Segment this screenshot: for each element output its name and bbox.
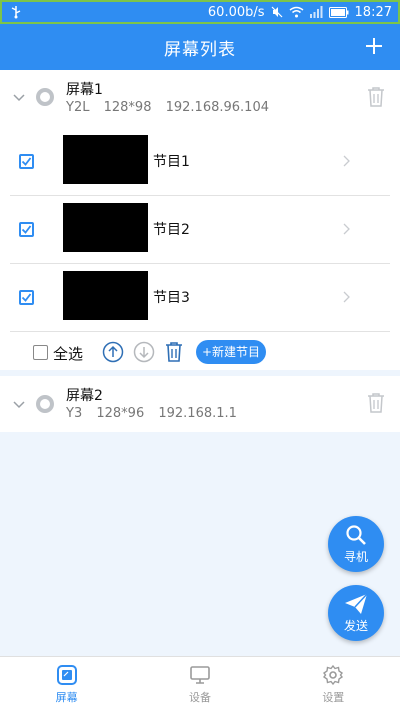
screen-group: 屏幕2 Y3 128*96 192.168.1.1 <box>0 376 400 432</box>
program-name: 节目3 <box>153 290 190 306</box>
check-icon <box>21 157 32 166</box>
delete-programs-button[interactable] <box>164 341 186 363</box>
screen-resolution: 128*98 <box>103 100 152 115</box>
search-device-label: 寻机 <box>343 549 368 564</box>
select-all-label[interactable]: 全选 <box>53 343 83 364</box>
plus-icon <box>366 38 382 54</box>
program-checkbox[interactable] <box>19 222 34 237</box>
screen-ip: 192.168.96.104 <box>165 100 269 115</box>
program-name: 节目1 <box>153 154 190 170</box>
program-toolbar: 全选 +新建节目 <box>10 336 390 370</box>
app-bar: 屏幕列表 <box>0 24 400 70</box>
trash-icon <box>166 342 182 362</box>
program-name: 节目2 <box>153 222 190 238</box>
arrow-down-icon <box>133 341 155 363</box>
signal-icon <box>309 6 323 18</box>
clock: 18:27 <box>354 4 392 20</box>
screen-name: 屏幕2 <box>66 388 103 404</box>
status-bar: 60.00b/s 18:27 <box>0 0 400 24</box>
nav-item-devices[interactable]: 设备 <box>133 657 266 711</box>
nav-label-settings: 设置 <box>322 690 345 704</box>
screen-resolution: 128*96 <box>96 406 145 421</box>
screen-radio[interactable] <box>36 88 54 106</box>
screen-model: Y3 <box>66 406 83 421</box>
add-screen-button[interactable] <box>362 34 386 58</box>
trash-icon <box>368 87 384 107</box>
check-icon <box>21 293 32 302</box>
screen-header[interactable]: 屏幕1 Y2L 128*98 192.168.96.104 <box>0 70 400 128</box>
screen-group: 屏幕1 Y2L 128*98 192.168.96.104 节目1 节目2 节目… <box>0 70 400 370</box>
nav-label-devices: 设备 <box>188 690 211 704</box>
send-button[interactable]: 发送 <box>328 585 384 641</box>
search-icon <box>346 524 366 545</box>
screen-header[interactable]: 屏幕2 Y3 128*96 192.168.1.1 <box>0 376 400 434</box>
move-down-button[interactable] <box>133 341 155 363</box>
send-label: 发送 <box>343 618 368 633</box>
screen-info: Y3 128*96 192.168.1.1 <box>66 406 247 421</box>
battery-icon <box>328 6 349 18</box>
nav-item-screens[interactable]: 屏幕 <box>0 657 133 711</box>
program-row[interactable]: 节目1 <box>10 128 390 196</box>
move-up-button[interactable] <box>102 341 124 363</box>
chevron-right-icon <box>342 153 352 167</box>
monitor-icon <box>190 665 210 684</box>
nav-label-screens: 屏幕 <box>55 690 78 704</box>
arrow-up-icon <box>102 341 124 363</box>
bottom-nav: 屏幕 设备 设置 <box>0 656 400 711</box>
select-all-checkbox[interactable] <box>33 345 48 360</box>
screen-radio[interactable] <box>36 395 54 413</box>
chevron-right-icon <box>342 221 352 235</box>
nav-item-settings[interactable]: 设置 <box>267 657 400 711</box>
usb-icon <box>10 5 22 19</box>
screen-ip: 192.168.1.1 <box>158 406 237 421</box>
search-device-button[interactable]: 寻机 <box>328 516 384 572</box>
program-row[interactable]: 节目2 <box>10 196 390 264</box>
screen-model: Y2L <box>66 100 90 115</box>
program-checkbox[interactable] <box>19 290 34 305</box>
trash-icon <box>368 393 384 413</box>
page-title: 屏幕列表 <box>164 39 236 60</box>
program-thumbnail <box>63 135 148 184</box>
chevron-right-icon <box>342 289 352 303</box>
chevron-down-icon[interactable] <box>12 397 26 411</box>
screen-name: 屏幕1 <box>66 82 103 98</box>
chevron-down-icon[interactable] <box>12 90 26 104</box>
paper-plane-icon <box>345 592 368 614</box>
new-program-button[interactable]: +新建节目 <box>196 340 267 364</box>
screen-icon <box>56 664 77 685</box>
screen-info: Y2L 128*98 192.168.96.104 <box>66 100 279 115</box>
gear-icon <box>323 664 344 685</box>
program-thumbnail <box>63 271 148 320</box>
wifi-icon <box>289 6 304 18</box>
delete-screen-button[interactable] <box>366 392 386 414</box>
delete-screen-button[interactable] <box>366 86 386 108</box>
mute-icon <box>271 6 283 18</box>
program-thumbnail <box>63 203 148 252</box>
program-row[interactable]: 节目3 <box>10 264 390 332</box>
check-icon <box>21 225 32 234</box>
program-checkbox[interactable] <box>19 154 34 169</box>
network-speed: 60.00b/s <box>207 4 265 20</box>
